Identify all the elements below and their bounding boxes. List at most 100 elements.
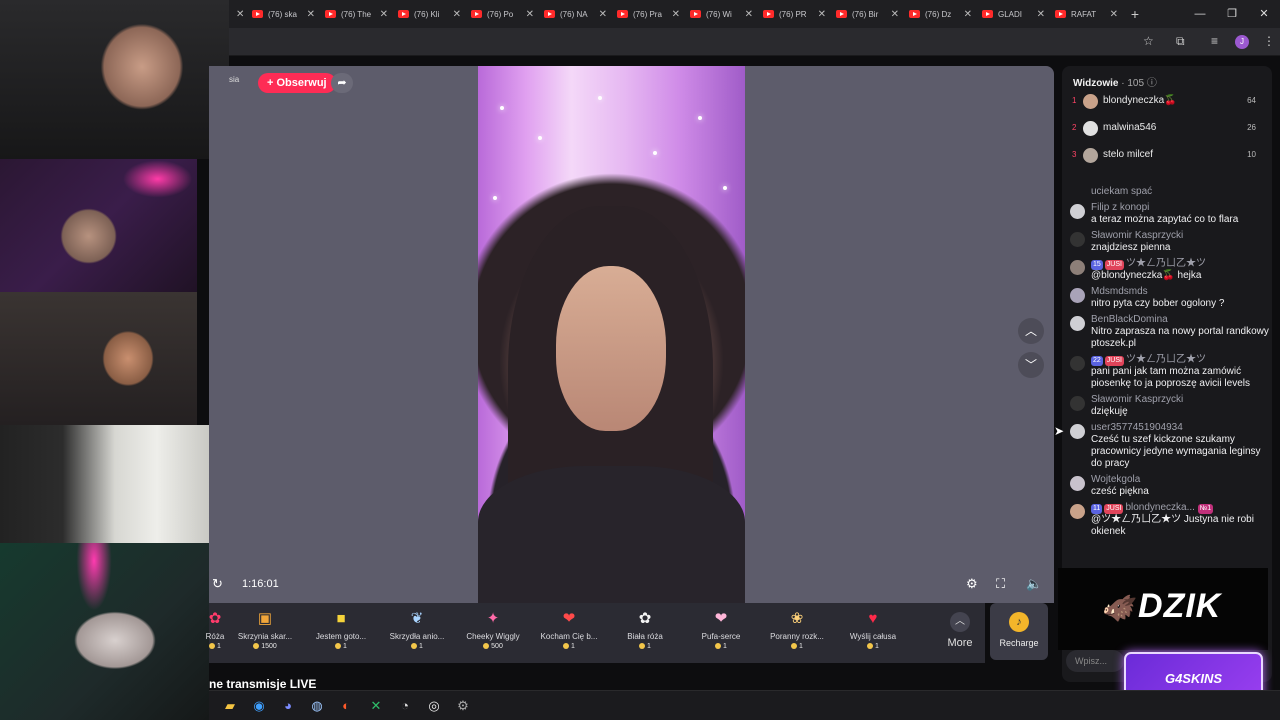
- volume-icon[interactable]: 🔈: [1026, 576, 1042, 592]
- browser-tab[interactable]: (76) Po ✕: [466, 0, 539, 28]
- close-icon[interactable]: ✕: [964, 9, 972, 20]
- star-icon[interactable]: ☆: [1143, 34, 1154, 48]
- app-icon[interactable]: ◔: [396, 697, 414, 715]
- chat-username[interactable]: Filip z konopi: [1091, 202, 1272, 214]
- settings-icon[interactable]: ⚙: [966, 576, 978, 592]
- chat-username[interactable]: BenBlackDomina: [1091, 314, 1272, 326]
- more-gifts-button[interactable]: ︿ More: [935, 603, 985, 663]
- obs-icon[interactable]: ◎: [425, 697, 443, 715]
- close-icon[interactable]: ✕: [453, 9, 461, 20]
- browser-tab[interactable]: (76) Wi ✕: [685, 0, 758, 28]
- tab-title: (76) Wi: [706, 9, 732, 19]
- viewer-score: 10: [1247, 150, 1256, 159]
- browser-tab[interactable]: GLADI ✕: [977, 0, 1050, 28]
- avatar[interactable]: [1070, 356, 1085, 371]
- browser-tab[interactable]: (76) PR ✕: [758, 0, 831, 28]
- gift-item[interactable]: ■ Jestem goto... 1: [303, 603, 379, 663]
- discord-icon[interactable]: ◕: [279, 697, 297, 715]
- browser-tab[interactable]: (76) Bir ✕: [831, 0, 904, 28]
- avatar[interactable]: [1070, 424, 1085, 439]
- avatar[interactable]: [1070, 396, 1085, 411]
- info-icon[interactable]: ⓘ: [1147, 78, 1157, 89]
- chat-list[interactable]: uciekam spać Filip z konopi a teraz można…: [1062, 186, 1272, 568]
- profile-avatar[interactable]: J: [1235, 35, 1249, 49]
- close-icon[interactable]: ✕: [1110, 9, 1118, 20]
- refresh-icon[interactable]: ↻: [212, 576, 223, 592]
- tab-title: (76) The: [341, 9, 372, 19]
- chat-text: cześć piękna: [1091, 486, 1149, 497]
- chat-username[interactable]: Sławomir Kasprzycki: [1091, 230, 1272, 242]
- close-icon[interactable]: ✕: [380, 9, 388, 20]
- extensions-icon[interactable]: ⧉: [1176, 34, 1185, 49]
- close-icon[interactable]: ✕: [1037, 9, 1045, 20]
- browser-tab[interactable]: (76) Kli ✕: [393, 0, 466, 28]
- xbox-icon[interactable]: ✕: [367, 697, 385, 715]
- close-icon[interactable]: ✕: [526, 9, 534, 20]
- chat-username[interactable]: ツ★ㄥ乃ㄩ乙★ツ: [1126, 354, 1206, 365]
- avatar[interactable]: [1070, 204, 1085, 219]
- close-icon[interactable]: ✕: [599, 9, 607, 20]
- previous-stream-button[interactable]: ︿: [1018, 318, 1044, 344]
- folder-icon[interactable]: ▰: [221, 697, 239, 715]
- chat-text: Nitro zaprasza na nowy portal randkowy p…: [1091, 326, 1269, 349]
- close-icon[interactable]: ✕: [745, 9, 753, 20]
- app-icon[interactable]: ◐: [337, 697, 355, 715]
- browser-tab[interactable]: (76) Dz ✕: [904, 0, 977, 28]
- live-title: ne transmisje LIVE: [209, 677, 317, 691]
- chrome-icon[interactable]: ◉: [250, 697, 268, 715]
- chat-username[interactable]: Sławomir Kasprzycki: [1091, 394, 1272, 406]
- steam-icon[interactable]: ◍: [308, 697, 326, 715]
- chat-username[interactable]: Wojtekgola: [1091, 474, 1272, 486]
- recharge-button[interactable]: ♪ Recharge: [990, 603, 1048, 660]
- gift-item[interactable]: ❀ Poranny rozk... 1: [759, 603, 835, 663]
- chat-username[interactable]: ツ★ㄥ乃ㄩ乙★ツ: [1126, 258, 1206, 269]
- boar-icon: 🐗: [1100, 593, 1135, 623]
- follow-button[interactable]: + Obserwuj: [258, 73, 336, 93]
- close-icon[interactable]: ✕: [891, 9, 899, 20]
- chat-username[interactable]: Mdsmdsmds: [1091, 286, 1272, 298]
- browser-tab[interactable]: (76) Pra ✕: [612, 0, 685, 28]
- close-icon[interactable]: ✕: [236, 9, 244, 20]
- top-viewer-row[interactable]: 1 blondyneczka🍒 64: [1062, 93, 1272, 113]
- restore-icon[interactable]: ❐: [1216, 0, 1248, 28]
- browser-tab[interactable]: (76) NA ✕: [539, 0, 612, 28]
- avatar[interactable]: [1070, 288, 1085, 303]
- close-icon[interactable]: ✕: [672, 9, 680, 20]
- menu-kebab-icon[interactable]: ⋮: [1263, 34, 1275, 48]
- fullscreen-icon[interactable]: ⛶: [996, 576, 1005, 592]
- new-tab-button[interactable]: +: [1123, 6, 1147, 22]
- gift-price: 1: [759, 643, 835, 650]
- chat-username[interactable]: blondyneczka...: [1125, 502, 1195, 513]
- gift-item[interactable]: ❦ Skrzydła anio... 1: [379, 603, 455, 663]
- browser-tab[interactable]: RAFAT ✕: [1050, 0, 1123, 28]
- close-icon[interactable]: ✕: [307, 9, 315, 20]
- avatar[interactable]: [1070, 504, 1085, 519]
- browser-tab[interactable]: (76) The ✕: [320, 0, 393, 28]
- avatar[interactable]: [1070, 232, 1085, 247]
- browser-tab[interactable]: (76) ska ✕: [247, 0, 320, 28]
- gift-item[interactable]: ❤ Kocham Cię b... 1: [531, 603, 607, 663]
- gift-item[interactable]: ✿ Biała róża 1: [607, 603, 683, 663]
- avatar[interactable]: [1070, 260, 1085, 275]
- next-stream-button[interactable]: ﹀: [1018, 352, 1044, 378]
- top-viewer-row[interactable]: 2 malwina546 26: [1062, 120, 1272, 140]
- live-video[interactable]: [478, 66, 745, 603]
- gift-item[interactable]: ✿ Róża 1: [203, 603, 227, 663]
- media-control-icon[interactable]: ≡: [1211, 34, 1218, 48]
- avatar[interactable]: [1070, 316, 1085, 331]
- close-icon[interactable]: ✕: [818, 9, 826, 20]
- settings-icon[interactable]: ⚙: [454, 697, 472, 715]
- avatar[interactable]: [1070, 476, 1085, 491]
- chat-input[interactable]: Wpisz...: [1066, 650, 1124, 672]
- minimize-icon[interactable]: —: [1184, 0, 1216, 28]
- top-viewer-row[interactable]: 3 stelo milcef 10: [1062, 147, 1272, 167]
- channel-name[interactable]: sia: [229, 75, 239, 84]
- share-icon[interactable]: ➦: [331, 73, 353, 93]
- gift-item[interactable]: ✦ Cheeky Wiggly 500: [455, 603, 531, 663]
- chat-username[interactable]: user3577451904934: [1091, 422, 1272, 434]
- gift-item[interactable]: ❤ Pufa-serce 1: [683, 603, 759, 663]
- gift-item[interactable]: ▣ Skrzynia skar... 1500: [227, 603, 303, 663]
- browser-tab-partial[interactable]: ✕: [229, 0, 247, 28]
- gift-item[interactable]: ♥ Wyślij całusa 1: [835, 603, 911, 663]
- close-window-icon[interactable]: ✕: [1248, 0, 1280, 28]
